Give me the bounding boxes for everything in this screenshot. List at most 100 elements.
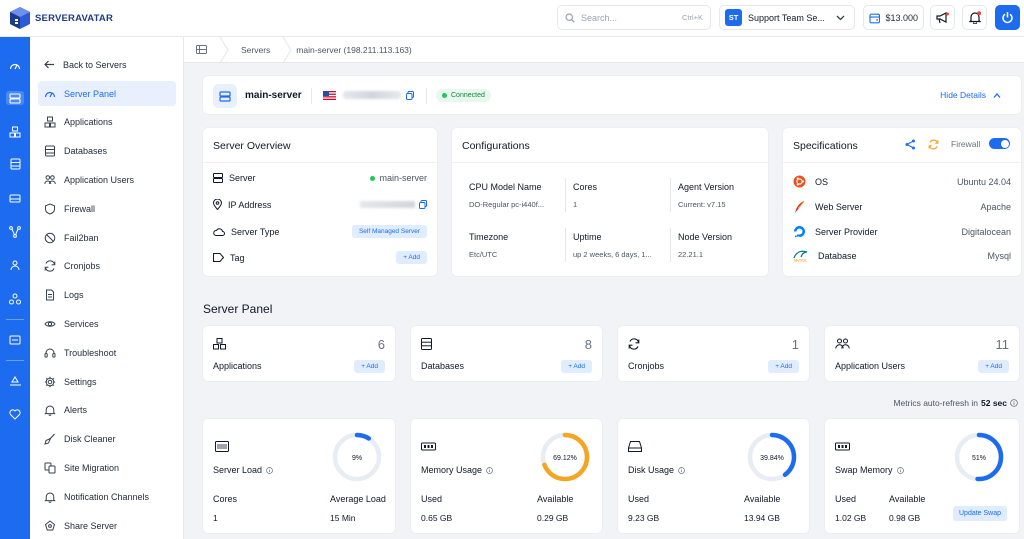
sidebar-item-site-migration[interactable]: Site Migration — [38, 455, 176, 480]
info-icon[interactable] — [896, 466, 904, 474]
config-title: Configurations — [462, 140, 530, 152]
sidebar-item-settings[interactable]: Settings — [38, 369, 176, 394]
location-pin-icon — [213, 199, 222, 210]
ubuntu-icon — [793, 175, 806, 188]
metric-title: Swap Memory — [835, 465, 893, 475]
rail-heart-icon[interactable] — [6, 407, 24, 421]
sidebar-item-logs[interactable]: Logs — [38, 283, 176, 308]
copy-icon[interactable] — [419, 200, 427, 209]
config-key: Cores — [573, 182, 598, 192]
metric-key: Cores — [213, 494, 238, 504]
sidebar-item-cronjobs[interactable]: Cronjobs — [38, 254, 176, 279]
overview-label: IP Address — [228, 199, 272, 210]
team-avatar: ST — [725, 9, 742, 26]
notifications-button[interactable] — [962, 5, 987, 30]
power-button[interactable] — [995, 5, 1020, 30]
metrics-refresh: Metrics auto-refresh in 52 sec — [893, 398, 1018, 408]
sidebar-item-label: Share Server — [64, 520, 118, 531]
sidebar-item-share-server[interactable]: Share Server — [38, 513, 176, 538]
applications-stat-card[interactable]: 6 Applications + Add — [202, 325, 396, 382]
rail-storage-icon[interactable] — [6, 191, 24, 205]
info-icon[interactable] — [486, 466, 493, 474]
hide-details-button[interactable]: Hide Details — [940, 90, 1001, 100]
breadcrumb-servers[interactable]: Servers — [229, 37, 282, 63]
rail-support-icon[interactable] — [6, 373, 24, 387]
info-icon[interactable] — [266, 466, 273, 474]
update-swap-button[interactable]: Update Swap — [953, 506, 1008, 521]
server-overview-card: Server Overview Server main-server IP Ad… — [202, 127, 438, 277]
application-users-stat-card[interactable]: 11 Application Users + Add — [824, 325, 1020, 382]
rail-team-icon[interactable] — [6, 258, 24, 272]
copy-icon[interactable] — [406, 91, 414, 100]
sidebar-item-application-users[interactable]: Application Users — [38, 167, 176, 192]
rail-dashboard-icon[interactable] — [6, 59, 24, 73]
sidebar-item-troubleshoot[interactable]: Troubleshoot — [38, 340, 176, 365]
sidebar-item-server-panel[interactable]: Server Panel — [38, 81, 176, 106]
rail-billing-icon[interactable] — [6, 333, 24, 347]
sidebar-item-services[interactable]: Services — [38, 311, 176, 336]
config-key: Agent Version — [678, 182, 735, 192]
sidebar-item-alerts[interactable]: Alerts — [38, 398, 176, 423]
stat-count: 8 — [584, 337, 592, 352]
cpu-icon — [215, 441, 229, 452]
database-icon — [421, 338, 432, 350]
search-placeholder: Search... — [581, 12, 618, 23]
memory-usage-card: Memory Usage 69.12% Used 0.65 GB Availab… — [410, 418, 603, 534]
gauge-label: 9% — [352, 455, 362, 462]
divider — [203, 162, 437, 163]
databases-stat-card[interactable]: 8 Databases + Add — [410, 325, 603, 382]
overview-title: Server Overview — [213, 140, 291, 152]
cronjobs-stat-card[interactable]: 1 Cronjobs + Add — [617, 325, 810, 382]
metric-key: Used — [421, 494, 443, 504]
add-tag-button[interactable]: + Add — [396, 251, 427, 264]
info-icon[interactable] — [678, 466, 685, 474]
add-application-button[interactable]: + Add — [354, 360, 385, 373]
overview-label: Server Type — [231, 226, 280, 237]
add-database-button[interactable]: + Add — [561, 360, 592, 373]
stat-count: 1 — [791, 337, 799, 352]
metric-value: 15 Min — [330, 513, 356, 523]
config-key: Node Version — [678, 232, 733, 242]
add-application-user-button[interactable]: + Add — [978, 360, 1009, 373]
sidebar-item-label: Disk Cleaner — [64, 434, 116, 445]
add-cronjob-button[interactable]: + Add — [768, 360, 799, 373]
disk-icon — [628, 441, 642, 452]
status-badge: Connected — [436, 89, 491, 102]
rail-applications-icon[interactable] — [6, 125, 24, 139]
config-cores: Cores 1 — [573, 182, 665, 209]
share-icon[interactable] — [905, 139, 916, 150]
sidebar-item-disk-cleaner[interactable]: Disk Cleaner — [38, 427, 176, 452]
applications-icon — [213, 338, 226, 350]
breadcrumb-home[interactable] — [184, 37, 219, 63]
sidebar-item-applications[interactable]: Applications — [38, 110, 176, 135]
rail-network-icon[interactable] — [6, 225, 24, 239]
team-selector[interactable]: ST Support Team Se... — [719, 5, 855, 30]
overview-label: Tag — [230, 252, 245, 263]
balance-button[interactable]: $13.000 — [863, 5, 924, 30]
rail-divider — [6, 319, 24, 320]
refresh-icon[interactable] — [928, 139, 939, 150]
wallet-icon — [869, 13, 881, 23]
breadcrumb-separator-icon — [219, 36, 229, 63]
config-value: 22.21.1 — [678, 250, 704, 259]
rail-divider — [6, 360, 24, 361]
sidebar-item-label: Server Panel — [64, 88, 117, 99]
breadcrumb-current-server: main-server (198.211.113.163) — [296, 44, 412, 55]
firewall-toggle[interactable] — [989, 138, 1010, 149]
info-icon[interactable] — [1010, 399, 1018, 407]
database-icon — [45, 145, 55, 157]
users-icon — [44, 175, 56, 184]
back-to-servers-link[interactable]: Back to Servers — [38, 52, 176, 77]
swap-memory-gauge: 51% — [954, 432, 1004, 482]
announcements-button[interactable] — [930, 5, 955, 30]
rail-databases-icon[interactable] — [6, 157, 24, 171]
sidebar-item-databases[interactable]: Databases — [38, 139, 176, 164]
sidebar-item-notification-channels[interactable]: Notification Channels — [38, 484, 176, 509]
search-input[interactable]: Search... Ctrl+K — [557, 5, 711, 30]
rail-servers-icon[interactable] — [6, 91, 24, 105]
sidebar-item-firewall[interactable]: Firewall — [38, 196, 176, 221]
brand-logo[interactable]: SERVERAVATAR — [9, 6, 113, 30]
spec-label: OS — [815, 176, 829, 187]
rail-cluster-icon[interactable] — [6, 292, 24, 306]
sidebar-item-fail2ban[interactable]: Fail2ban — [38, 225, 176, 250]
